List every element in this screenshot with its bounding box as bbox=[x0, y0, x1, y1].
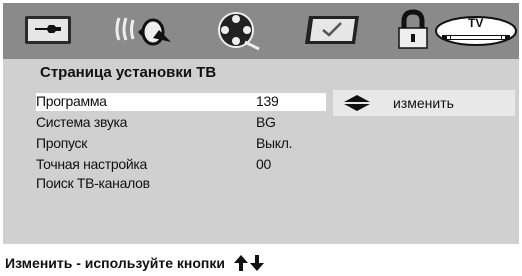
menu-icon-bar: TV bbox=[3, 3, 519, 59]
setting-label: Программа bbox=[36, 93, 107, 109]
arrow-up-icon bbox=[233, 255, 248, 271]
settings-panel bbox=[3, 59, 519, 244]
footer-hint: Изменить - используйте кнопки bbox=[0, 250, 522, 276]
setting-label: Пропуск bbox=[36, 135, 88, 151]
tv-icon-label: TV bbox=[468, 16, 484, 30]
audio-speaker-icon[interactable] bbox=[113, 10, 175, 50]
page-title: Страница установки ТВ bbox=[40, 64, 217, 81]
tv-setup-screen: TV Страница установки ТВ Программа 139 С… bbox=[0, 0, 522, 276]
setting-row-program[interactable]: Программа 139 bbox=[36, 93, 326, 111]
setting-value: 00 bbox=[256, 156, 271, 172]
arrow-down-icon bbox=[249, 255, 264, 271]
up-down-arrows-icon bbox=[344, 95, 370, 111]
setting-label: Точная настройка bbox=[36, 156, 147, 172]
change-action-box[interactable]: изменить bbox=[333, 90, 515, 116]
setting-value: BG bbox=[256, 114, 276, 130]
setting-label: Поиск ТВ-каналов bbox=[36, 175, 150, 191]
footer-hint-text: Изменить - используйте кнопки bbox=[5, 255, 225, 271]
film-reel-icon[interactable] bbox=[215, 10, 261, 51]
setting-value: 139 bbox=[256, 93, 279, 109]
change-action-label: изменить bbox=[393, 95, 454, 111]
tools-icon[interactable] bbox=[23, 10, 75, 50]
setting-label: Система звука bbox=[36, 114, 128, 130]
setting-value: Выкл. bbox=[256, 135, 293, 151]
checked-screen-icon[interactable] bbox=[303, 10, 363, 50]
tv-icon[interactable]: TV bbox=[435, 10, 517, 50]
padlock-icon[interactable] bbox=[395, 9, 431, 50]
